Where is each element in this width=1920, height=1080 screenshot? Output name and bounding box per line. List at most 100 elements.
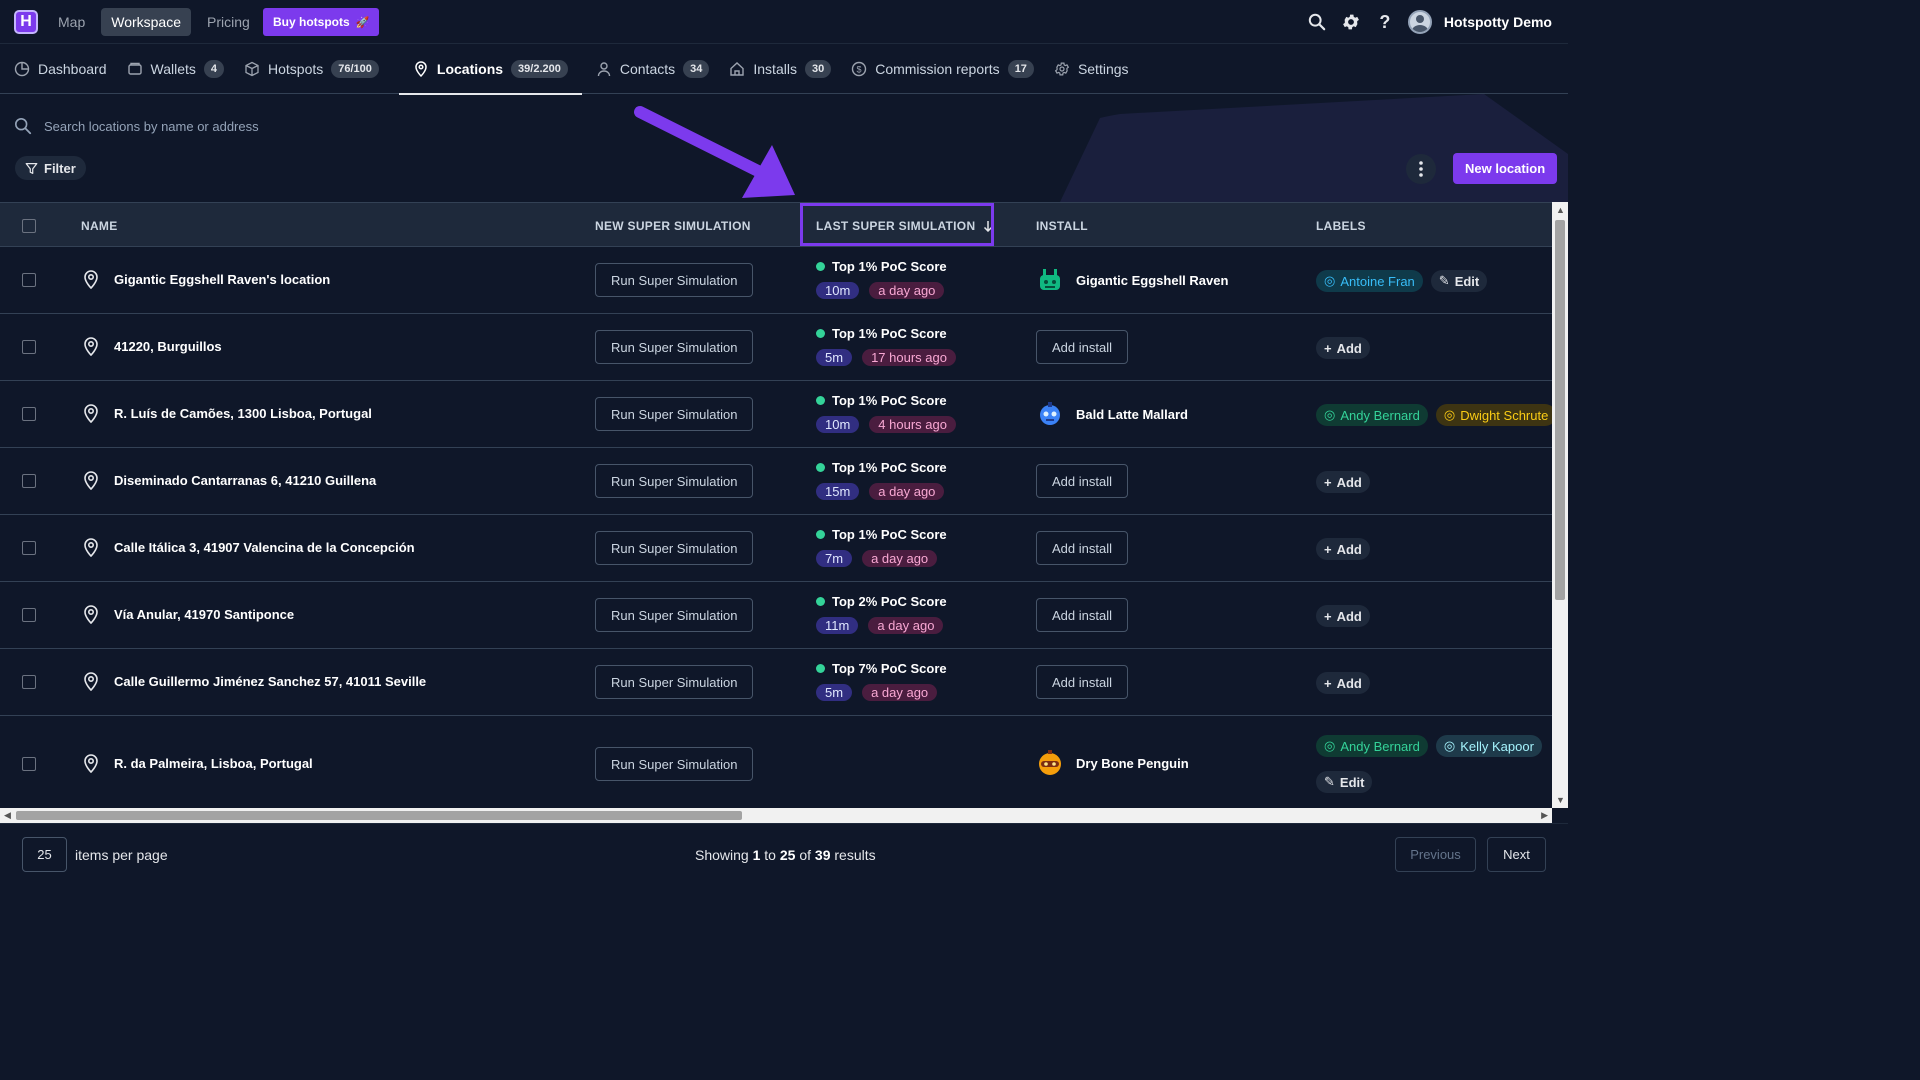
run-simulation-button[interactable]: Run Super Simulation bbox=[595, 665, 754, 699]
row-checkbox[interactable] bbox=[22, 474, 36, 488]
nav-pricing[interactable]: Pricing bbox=[197, 8, 260, 36]
add-label-button[interactable]: + Add bbox=[1316, 471, 1370, 493]
location-name[interactable]: Calle Itálica 3, 41907 Valencina de la C… bbox=[114, 540, 415, 555]
hotspot-avatar-icon bbox=[1039, 750, 1061, 775]
search-icon[interactable] bbox=[1306, 11, 1328, 33]
help-icon[interactable]: ? bbox=[1374, 11, 1396, 33]
row-checkbox[interactable] bbox=[22, 608, 36, 622]
add-label-button[interactable]: + Add bbox=[1316, 605, 1370, 627]
tab-contacts[interactable]: Contacts 34 bbox=[588, 45, 724, 94]
filter-label: Filter bbox=[44, 160, 76, 176]
more-options-button[interactable] bbox=[1406, 154, 1436, 184]
map-pin-icon bbox=[84, 672, 98, 691]
run-simulation-button[interactable]: Run Super Simulation bbox=[595, 330, 754, 364]
select-all-checkbox[interactable] bbox=[22, 218, 36, 233]
table-row[interactable]: Calle Guillermo Jiménez Sanchez 57, 4101… bbox=[0, 649, 1552, 716]
tab-label: Hotspots bbox=[268, 61, 324, 77]
buy-hotspots-label: Buy hotspots bbox=[273, 15, 350, 29]
run-simulation-button[interactable]: Run Super Simulation bbox=[595, 747, 754, 781]
run-simulation-button[interactable]: Run Super Simulation bbox=[595, 598, 754, 632]
row-checkbox[interactable] bbox=[22, 273, 36, 287]
location-name[interactable]: R. Luís de Camões, 1300 Lisboa, Portugal bbox=[114, 406, 372, 421]
table-row[interactable]: R. Luís de Camões, 1300 Lisboa, Portugal… bbox=[0, 381, 1552, 448]
label-dot-icon: ◎ bbox=[1324, 273, 1336, 288]
header-labels[interactable]: LABELS bbox=[1316, 203, 1366, 248]
buy-hotspots-button[interactable]: Buy hotspots 🚀 bbox=[263, 8, 380, 36]
install-name[interactable]: Bald Latte Mallard bbox=[1076, 407, 1188, 422]
location-name[interactable]: Vía Anular, 41970 Santiponce bbox=[114, 607, 294, 622]
row-checkbox[interactable] bbox=[22, 541, 36, 555]
run-simulation-button[interactable]: Run Super Simulation bbox=[595, 397, 754, 431]
new-location-button[interactable]: New location bbox=[1453, 153, 1558, 184]
tab-installs[interactable]: Installs 30 bbox=[729, 45, 845, 94]
tab-label: Dashboard bbox=[38, 61, 107, 77]
tab-locations[interactable]: Locations 39/2.200 bbox=[398, 45, 582, 95]
tab-label: Locations bbox=[436, 61, 504, 77]
table-row[interactable]: Vía Anular, 41970 Santiponce Run Super S… bbox=[0, 582, 1552, 649]
vertical-scrollbar[interactable]: ▲ ▼ bbox=[1552, 202, 1568, 808]
scroll-down-icon[interactable]: ▼ bbox=[1556, 795, 1565, 805]
add-install-button[interactable]: Add install bbox=[1036, 598, 1128, 632]
header-name[interactable]: NAME bbox=[81, 203, 118, 248]
nav-map[interactable]: Map bbox=[48, 8, 95, 36]
search-input[interactable] bbox=[44, 118, 644, 134]
scroll-up-icon[interactable]: ▲ bbox=[1556, 205, 1565, 215]
row-checkbox[interactable] bbox=[22, 675, 36, 689]
location-name[interactable]: R. da Palmeira, Lisboa, Portugal bbox=[114, 756, 313, 771]
row-checkbox[interactable] bbox=[22, 340, 36, 354]
hotspotty-logo[interactable]: H bbox=[14, 10, 38, 34]
label-tag[interactable]: ◎ Andy Bernard bbox=[1316, 404, 1428, 426]
row-checkbox[interactable] bbox=[22, 407, 36, 421]
location-name[interactable]: Calle Guillermo Jiménez Sanchez 57, 4101… bbox=[114, 674, 426, 689]
label-tag[interactable]: ◎ Antoine Fran bbox=[1316, 270, 1423, 292]
table-row[interactable]: Calle Itálica 3, 41907 Valencina de la C… bbox=[0, 515, 1552, 582]
filter-button[interactable]: Filter bbox=[15, 156, 86, 180]
table-row[interactable]: Diseminado Cantarranas 6, 41210 Guillena… bbox=[0, 448, 1552, 515]
location-name[interactable]: 41220, Burguillos bbox=[114, 339, 222, 354]
edit-labels-button[interactable]: ✎ Edit bbox=[1316, 771, 1373, 793]
sim-duration-badge: 10m bbox=[816, 416, 860, 433]
items-per-page-select[interactable]: 25 bbox=[22, 837, 67, 872]
user-name[interactable]: Hotspotty Demo bbox=[1444, 14, 1552, 30]
location-name[interactable]: Gigantic Eggshell Raven's location bbox=[114, 272, 330, 287]
next-page-button[interactable]: Next bbox=[1487, 837, 1546, 872]
add-label-button[interactable]: + Add bbox=[1316, 337, 1370, 359]
install-name[interactable]: Gigantic Eggshell Raven bbox=[1076, 273, 1228, 288]
tab-commission-reports[interactable]: $ Commission reports 17 bbox=[851, 45, 1048, 94]
table-row[interactable]: Gigantic Eggshell Raven's location Run S… bbox=[0, 247, 1552, 314]
tab-hotspots[interactable]: Hotspots 76/100 bbox=[244, 45, 393, 94]
previous-page-button[interactable]: Previous bbox=[1395, 837, 1476, 872]
plus-icon: + bbox=[1324, 675, 1332, 691]
row-checkbox[interactable] bbox=[22, 757, 36, 771]
add-label-button[interactable]: + Add bbox=[1316, 538, 1370, 560]
edit-labels-button[interactable]: ✎ Edit bbox=[1430, 270, 1488, 292]
nav-workspace[interactable]: Workspace bbox=[101, 8, 192, 36]
gear-icon[interactable] bbox=[1340, 11, 1362, 33]
run-simulation-button[interactable]: Run Super Simulation bbox=[595, 263, 754, 297]
tab-wallets[interactable]: Wallets 4 bbox=[127, 45, 239, 94]
tab-dashboard[interactable]: Dashboard bbox=[14, 45, 121, 94]
scrollbar-thumb[interactable] bbox=[1555, 220, 1565, 600]
scroll-right-icon[interactable]: ▶ bbox=[1541, 810, 1548, 821]
run-simulation-button[interactable]: Run Super Simulation bbox=[595, 464, 754, 498]
tab-label: Wallets bbox=[150, 61, 196, 77]
run-simulation-button[interactable]: Run Super Simulation bbox=[595, 531, 754, 565]
avatar[interactable] bbox=[1407, 10, 1432, 34]
table-row[interactable]: R. da Palmeira, Lisboa, Portugal Run Sup… bbox=[0, 716, 1552, 808]
add-install-button[interactable]: Add install bbox=[1036, 531, 1128, 565]
add-install-button[interactable]: Add install bbox=[1036, 665, 1128, 699]
location-name[interactable]: Diseminado Cantarranas 6, 41210 Guillena bbox=[114, 473, 376, 488]
install-name[interactable]: Dry Bone Penguin bbox=[1076, 756, 1189, 771]
table-row[interactable]: 41220, Burguillos Run Super Simulation T… bbox=[0, 314, 1552, 381]
add-label-button[interactable]: + Add bbox=[1316, 672, 1370, 694]
add-install-button[interactable]: Add install bbox=[1036, 330, 1128, 364]
tab-settings[interactable]: Settings bbox=[1054, 45, 1143, 94]
scrollbar-thumb[interactable] bbox=[16, 811, 742, 820]
label-tag[interactable]: ◎ Andy Bernard bbox=[1316, 735, 1428, 757]
label-tag[interactable]: ◎ Kelly Kapoor bbox=[1435, 735, 1542, 757]
scroll-left-icon[interactable]: ◀ bbox=[4, 810, 11, 821]
label-tag[interactable]: ◎ Dwight Schrute bbox=[1435, 404, 1552, 426]
header-install[interactable]: INSTALL bbox=[1036, 203, 1088, 248]
horizontal-scrollbar[interactable]: ◀ ▶ bbox=[0, 808, 1552, 823]
add-install-button[interactable]: Add install bbox=[1036, 464, 1128, 498]
